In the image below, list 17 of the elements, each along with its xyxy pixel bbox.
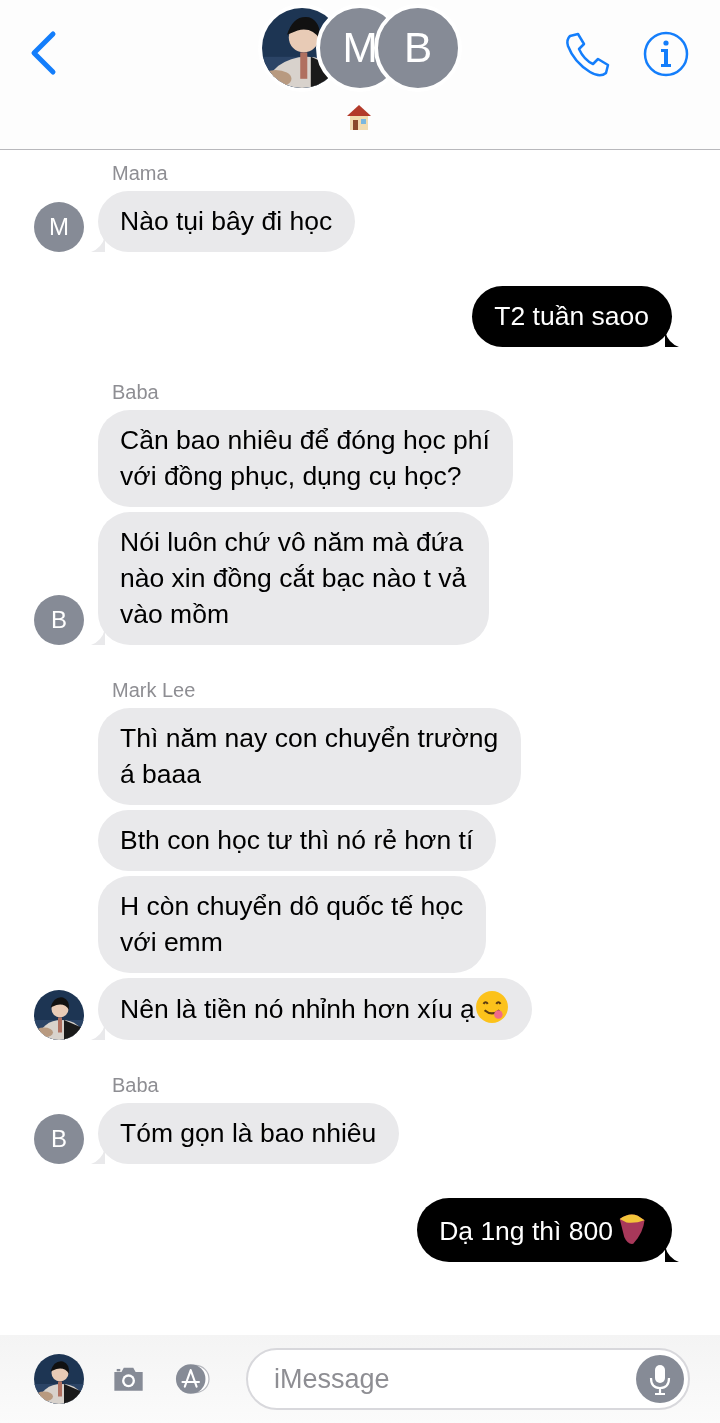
message-bubble: Cần bao nhiêu để đóng học phí với đồng phục, dụng cụ học? (98, 410, 513, 507)
message-bubble: Bth con học tư thì nó rẻ hơn tí (98, 810, 497, 871)
microphone-icon (649, 1363, 671, 1395)
sender-name: Baba (112, 1074, 160, 1097)
sender-avatar: M (34, 202, 84, 252)
info-icon[interactable] (642, 30, 690, 78)
sender-avatar: B (34, 1114, 84, 1164)
sender-name: Mama (112, 162, 169, 185)
sender-name: Mark Lee (112, 679, 197, 702)
message-bubble: Thì năm nay con chuyển trường á baaa (98, 708, 522, 805)
message-field[interactable]: iMessage (246, 1348, 690, 1410)
message-bubble: H còn chuyển dô quốc tế học với emm (98, 876, 487, 973)
sender-name: Baba (112, 381, 160, 404)
bubble-tail (665, 1246, 679, 1262)
sender-avatar: B (34, 595, 84, 645)
bubble-tail (665, 331, 679, 347)
smiley-icon (474, 990, 509, 1024)
